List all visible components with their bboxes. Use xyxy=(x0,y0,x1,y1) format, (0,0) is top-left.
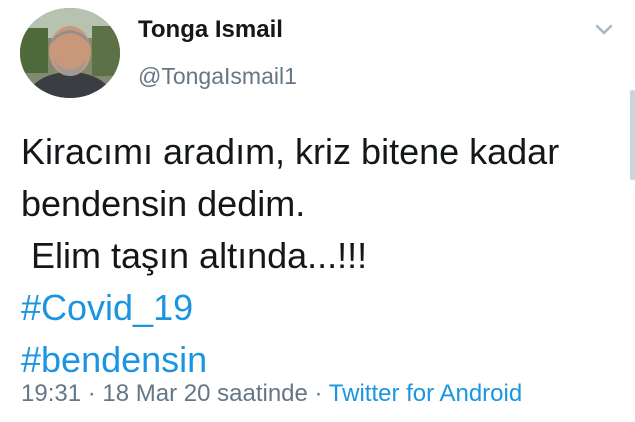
hashtag-link[interactable]: #bendensin xyxy=(21,334,559,386)
hashtag-link[interactable]: #Covid_19 xyxy=(21,282,559,334)
avatar[interactable] xyxy=(20,8,120,98)
chevron-down-icon[interactable] xyxy=(592,20,616,40)
meta-separator: · xyxy=(314,380,323,407)
scrollbar[interactable] xyxy=(630,90,635,180)
tweet-meta: 19:31 · 18 Mar 20 saatinde · Twitter for… xyxy=(21,380,522,408)
tweet-text-line: bendensin dedim. xyxy=(21,183,306,224)
display-name[interactable]: Tonga Ismail xyxy=(138,16,283,44)
tweet-text-line: Elim taşın altında...!!! xyxy=(21,235,368,276)
tweet-card: Tonga Ismail @TongaIsmail1 Kiracımı arad… xyxy=(0,0,635,422)
tweet-time[interactable]: 19:31 xyxy=(21,380,81,407)
avatar-photo xyxy=(20,8,120,98)
tweet-text-line: Kiracımı aradım, kriz bitene kadar xyxy=(21,131,560,172)
tweet-body: Kiracımı aradım, kriz bitene kadar bende… xyxy=(21,126,559,386)
meta-separator: · xyxy=(87,380,96,407)
tweet-date[interactable]: 18 Mar 20 saatinde xyxy=(102,380,307,407)
user-handle[interactable]: @TongaIsmail1 xyxy=(138,63,297,90)
tweet-source-link[interactable]: Twitter for Android xyxy=(329,380,522,407)
